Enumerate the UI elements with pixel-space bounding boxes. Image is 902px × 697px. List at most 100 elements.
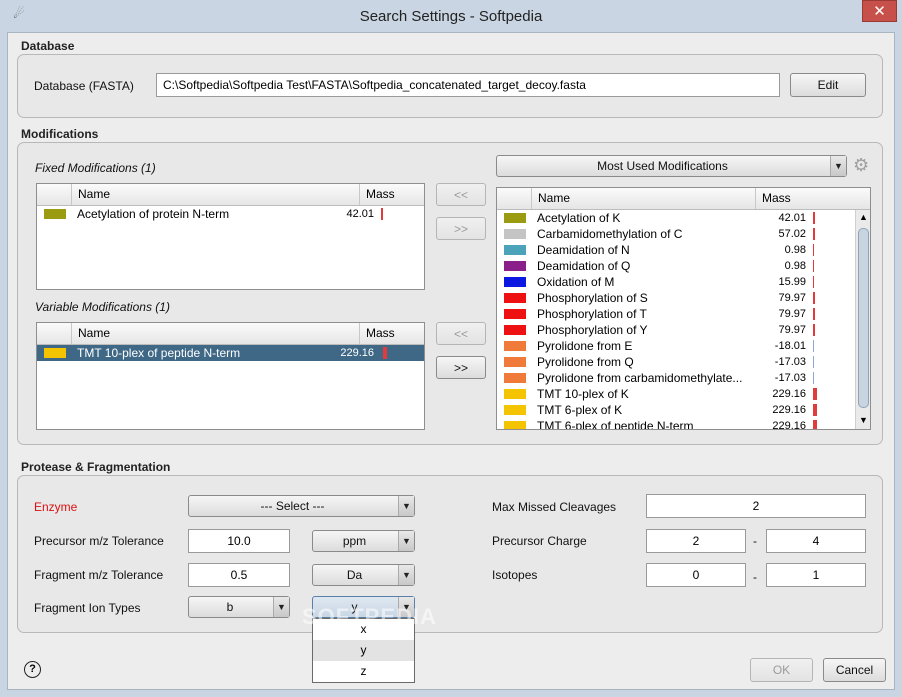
modification-mass: 79.97 xyxy=(778,292,806,304)
color-swatch[interactable] xyxy=(504,309,526,319)
ion-type-option[interactable]: z xyxy=(313,661,414,682)
modification-mass: -17.03 xyxy=(774,372,806,384)
color-swatch[interactable] xyxy=(504,277,526,287)
available-modification-row[interactable]: Acetylation of K 42.01 xyxy=(497,210,870,226)
scroll-up-icon[interactable]: ▲ xyxy=(859,212,868,222)
available-modification-row[interactable]: Phosphorylation of T 79.97 xyxy=(497,306,870,322)
fixed-rows: Acetylation of protein N-term 42.01 xyxy=(37,206,424,222)
available-modification-row[interactable]: Deamidation of N 0.98 xyxy=(497,242,870,258)
color-swatch[interactable] xyxy=(504,213,526,223)
mass-bar xyxy=(813,292,815,304)
modification-name: Pyrolidone from carbamidomethylate... xyxy=(537,371,743,385)
mass-bar xyxy=(813,260,814,272)
color-swatch[interactable] xyxy=(44,209,66,219)
remove-variable-button[interactable]: >> xyxy=(436,356,486,379)
max-missed-cleavages-label: Max Missed Cleavages xyxy=(492,500,617,514)
help-icon[interactable]: ? xyxy=(24,661,41,678)
ion-type-1-select[interactable]: b ▼ xyxy=(188,596,290,618)
available-col-mass[interactable]: Mass xyxy=(755,188,855,209)
color-swatch[interactable] xyxy=(504,341,526,351)
precursor-tolerance-input[interactable]: 10.0 xyxy=(188,529,290,553)
modification-name: Phosphorylation of S xyxy=(537,291,648,305)
isotopes-max-input[interactable]: 1 xyxy=(766,563,866,587)
mass-bar xyxy=(813,356,814,368)
mass-bar xyxy=(813,308,815,320)
modification-mass: 42.01 xyxy=(778,212,806,224)
available-modification-row[interactable]: TMT 6-plex of K 229.16 xyxy=(497,402,870,418)
color-swatch[interactable] xyxy=(44,348,66,358)
modification-name: Phosphorylation of Y xyxy=(537,323,648,337)
available-modification-row[interactable]: Pyrolidone from E -18.01 xyxy=(497,338,870,354)
precursor-unit-value: ppm xyxy=(342,534,367,548)
modification-mass: 0.98 xyxy=(784,260,806,272)
modification-name: Acetylation of protein N-term xyxy=(77,207,230,221)
max-missed-cleavages-input[interactable]: 2 xyxy=(646,494,866,518)
scrollbar-thumb[interactable] xyxy=(858,228,869,408)
enzyme-select[interactable]: --- Select --- ▼ xyxy=(188,495,415,517)
color-swatch[interactable] xyxy=(504,389,526,399)
fixed-col-name[interactable]: Name xyxy=(71,184,359,205)
variable-col-mass[interactable]: Mass xyxy=(359,323,424,344)
available-modification-row[interactable]: Pyrolidone from carbamidomethylate... -17… xyxy=(497,370,870,386)
protease-section-title: Protease & Fragmentation xyxy=(21,460,171,474)
fixed-modification-row[interactable]: Acetylation of protein N-term 42.01 xyxy=(37,206,424,222)
ion-type-option[interactable]: y xyxy=(313,640,414,661)
color-swatch[interactable] xyxy=(504,229,526,239)
available-scrollbar[interactable]: ▲ ▼ xyxy=(855,210,870,429)
enzyme-value: --- Select --- xyxy=(260,499,325,513)
modification-mass: 42.01 xyxy=(346,208,374,220)
modification-mass: 15.99 xyxy=(778,276,806,288)
cancel-button[interactable]: Cancel xyxy=(823,658,886,682)
color-swatch[interactable] xyxy=(504,405,526,415)
fragment-unit-select[interactable]: Da ▼ xyxy=(312,564,415,586)
fixed-modifications-table: Name Mass Acetylation of protein N-term 4… xyxy=(36,183,425,290)
modification-mass: 79.97 xyxy=(778,324,806,336)
charge-max-input[interactable]: 4 xyxy=(766,529,866,553)
fixed-col-mass[interactable]: Mass xyxy=(359,184,424,205)
color-swatch[interactable] xyxy=(504,373,526,383)
available-modification-row[interactable]: Pyrolidone from Q -17.03 xyxy=(497,354,870,370)
database-section-title: Database xyxy=(21,39,75,53)
color-swatch[interactable] xyxy=(504,421,526,429)
mass-bar xyxy=(813,212,815,224)
modification-mass: 229.16 xyxy=(772,388,806,400)
available-modification-row[interactable]: Deamidation of Q 0.98 xyxy=(497,258,870,274)
available-modification-row[interactable]: Phosphorylation of S 79.97 xyxy=(497,290,870,306)
color-swatch[interactable] xyxy=(504,261,526,271)
fragment-tolerance-input[interactable]: 0.5 xyxy=(188,563,290,587)
modification-mass: 229.16 xyxy=(772,420,806,430)
available-modification-row[interactable]: Carbamidomethylation of C 57.02 xyxy=(497,226,870,242)
edit-database-button[interactable]: Edit xyxy=(790,73,866,97)
remove-fixed-button[interactable]: >> xyxy=(436,217,486,240)
available-modification-row[interactable]: TMT 6-plex of peptide N-term 229.16 xyxy=(497,418,870,430)
modification-list-selector[interactable]: Most Used Modifications ▼ xyxy=(496,155,847,177)
available-modification-row[interactable]: Phosphorylation of Y 79.97 xyxy=(497,322,870,338)
color-swatch[interactable] xyxy=(504,357,526,367)
add-fixed-button[interactable]: << xyxy=(436,183,486,206)
variable-col-name[interactable]: Name xyxy=(71,323,359,344)
mass-bar xyxy=(813,420,817,429)
database-path-field[interactable]: C:\Softpedia\Softpedia Test\FASTA\Softpe… xyxy=(156,73,780,97)
add-variable-button[interactable]: << xyxy=(436,322,486,345)
mass-bar xyxy=(381,208,383,220)
color-swatch[interactable] xyxy=(504,245,526,255)
color-swatch[interactable] xyxy=(504,325,526,335)
modification-name: Deamidation of N xyxy=(537,243,630,257)
color-swatch[interactable] xyxy=(504,293,526,303)
modification-name: TMT 6-plex of peptide N-term xyxy=(537,419,694,430)
isotopes-min-input[interactable]: 0 xyxy=(646,563,746,587)
close-button[interactable]: ✕ xyxy=(862,0,897,22)
precursor-unit-select[interactable]: ppm ▼ xyxy=(312,530,415,552)
mass-bar xyxy=(813,372,814,384)
gear-icon[interactable]: ⚙ xyxy=(853,155,869,176)
available-modification-row[interactable]: Oxidation of M 15.99 xyxy=(497,274,870,290)
charge-min-input[interactable]: 2 xyxy=(646,529,746,553)
variable-modification-row[interactable]: TMT 10-plex of peptide N-term 229.16 xyxy=(37,345,424,361)
window-title: Search Settings - Softpedia xyxy=(359,8,543,25)
chevron-down-icon: ▼ xyxy=(398,496,414,516)
available-modification-row[interactable]: TMT 10-plex of K 229.16 xyxy=(497,386,870,402)
fragment-unit-value: Da xyxy=(346,568,363,582)
available-col-name[interactable]: Name xyxy=(531,188,755,209)
ok-button[interactable]: OK xyxy=(750,658,813,682)
scroll-down-icon[interactable]: ▼ xyxy=(859,415,868,425)
